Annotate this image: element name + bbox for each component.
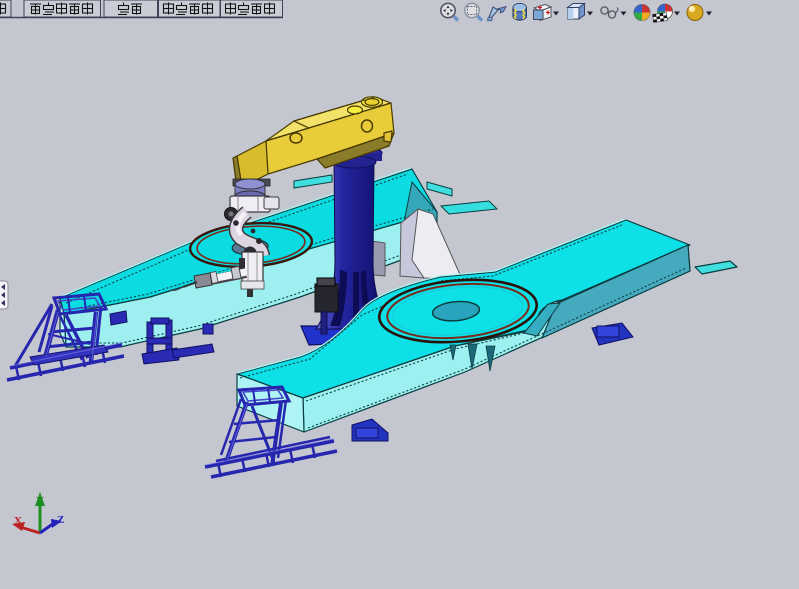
svg-text:Y: Y	[36, 495, 44, 507]
svg-text:X: X	[14, 515, 22, 527]
svg-text:Z: Z	[57, 514, 64, 526]
